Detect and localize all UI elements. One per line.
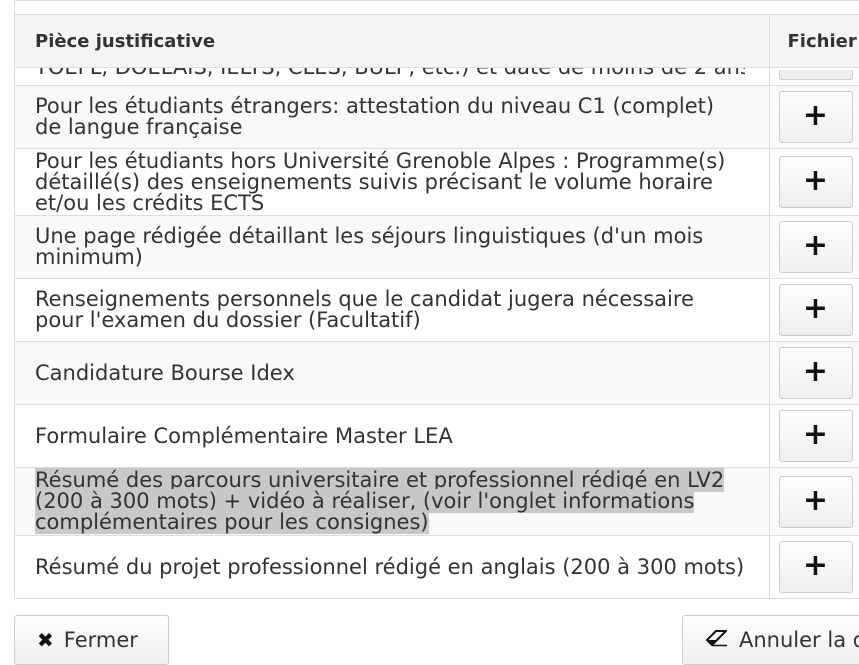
add-file-button[interactable]: +	[778, 347, 853, 399]
table-row: Résumé des parcours universitaire et pro…	[15, 467, 859, 536]
add-file-button[interactable]: +	[778, 541, 853, 593]
row-label: Pour les étudiants hors Université Greno…	[15, 148, 769, 216]
add-file-button[interactable]: +	[778, 284, 853, 336]
table-header-row: Pièce justificative Fichier	[15, 15, 859, 68]
row-label: Formulaire Complémentaire Master LEA	[15, 404, 769, 468]
plus-icon: +	[802, 417, 829, 452]
table-row: Candidature Bourse Idex +	[15, 341, 859, 405]
row-label: Une page rédigée détaillant les séjours …	[15, 215, 769, 279]
plus-icon: +	[802, 228, 829, 263]
add-file-button[interactable]: +	[778, 91, 853, 143]
cancel-application-button[interactable]: Annuler la d	[682, 615, 859, 665]
close-button[interactable]: ✖ Fermer	[14, 615, 169, 665]
plus-icon: +	[802, 163, 829, 198]
eraser-icon	[705, 628, 729, 652]
table-row: Renseignements personnels que le candida…	[15, 278, 859, 342]
header-file: Fichier	[768, 15, 859, 68]
add-file-button[interactable]: +	[778, 475, 853, 528]
plus-icon: +	[802, 291, 829, 326]
table-row: Formulaire Complémentaire Master LEA +	[15, 404, 859, 468]
add-file-button-clipped[interactable]	[778, 70, 853, 80]
table-row: Résumé du projet professionnel rédigé en…	[15, 535, 859, 599]
row-label-selected: Résumé des parcours universitaire et pro…	[35, 468, 725, 534]
row-label: Résumé du projet professionnel rédigé en…	[15, 535, 769, 599]
row-label-clipped: TOEFL, DOELAIS, IELTS, CLES, BULP, etc.)…	[35, 68, 745, 78]
plus-icon: +	[802, 354, 829, 389]
add-file-button[interactable]: +	[778, 156, 853, 208]
plus-icon: +	[802, 98, 829, 133]
plus-icon: +	[802, 482, 829, 518]
cancel-button-label: Annuler la d	[739, 628, 859, 652]
close-button-label: Fermer	[63, 628, 138, 652]
panel-top-border	[15, 1, 859, 15]
row-label: Renseignements personnels que le candida…	[15, 278, 769, 342]
add-file-button[interactable]: +	[778, 221, 853, 273]
table-row: Une page rédigée détaillant les séjours …	[15, 215, 859, 279]
plus-icon: +	[802, 548, 829, 583]
row-label: Pour les étudiants étrangers: attestatio…	[15, 85, 769, 149]
table-row: Pour les étudiants étrangers: attestatio…	[15, 85, 859, 149]
add-file-button[interactable]: +	[778, 410, 853, 462]
times-icon: ✖	[37, 628, 54, 652]
row-label: Candidature Bourse Idex	[15, 341, 769, 405]
table-row: Pour les étudiants hors Université Greno…	[15, 148, 859, 216]
documents-table: Pièce justificative Fichier TOEFL, DOELA…	[15, 15, 859, 599]
header-document: Pièce justificative	[15, 15, 769, 68]
table-row-clipped: TOEFL, DOELAIS, IELTS, CLES, BULP, etc.)…	[15, 67, 859, 86]
documents-panel: Pièce justificative Fichier TOEFL, DOELA…	[14, 0, 859, 599]
